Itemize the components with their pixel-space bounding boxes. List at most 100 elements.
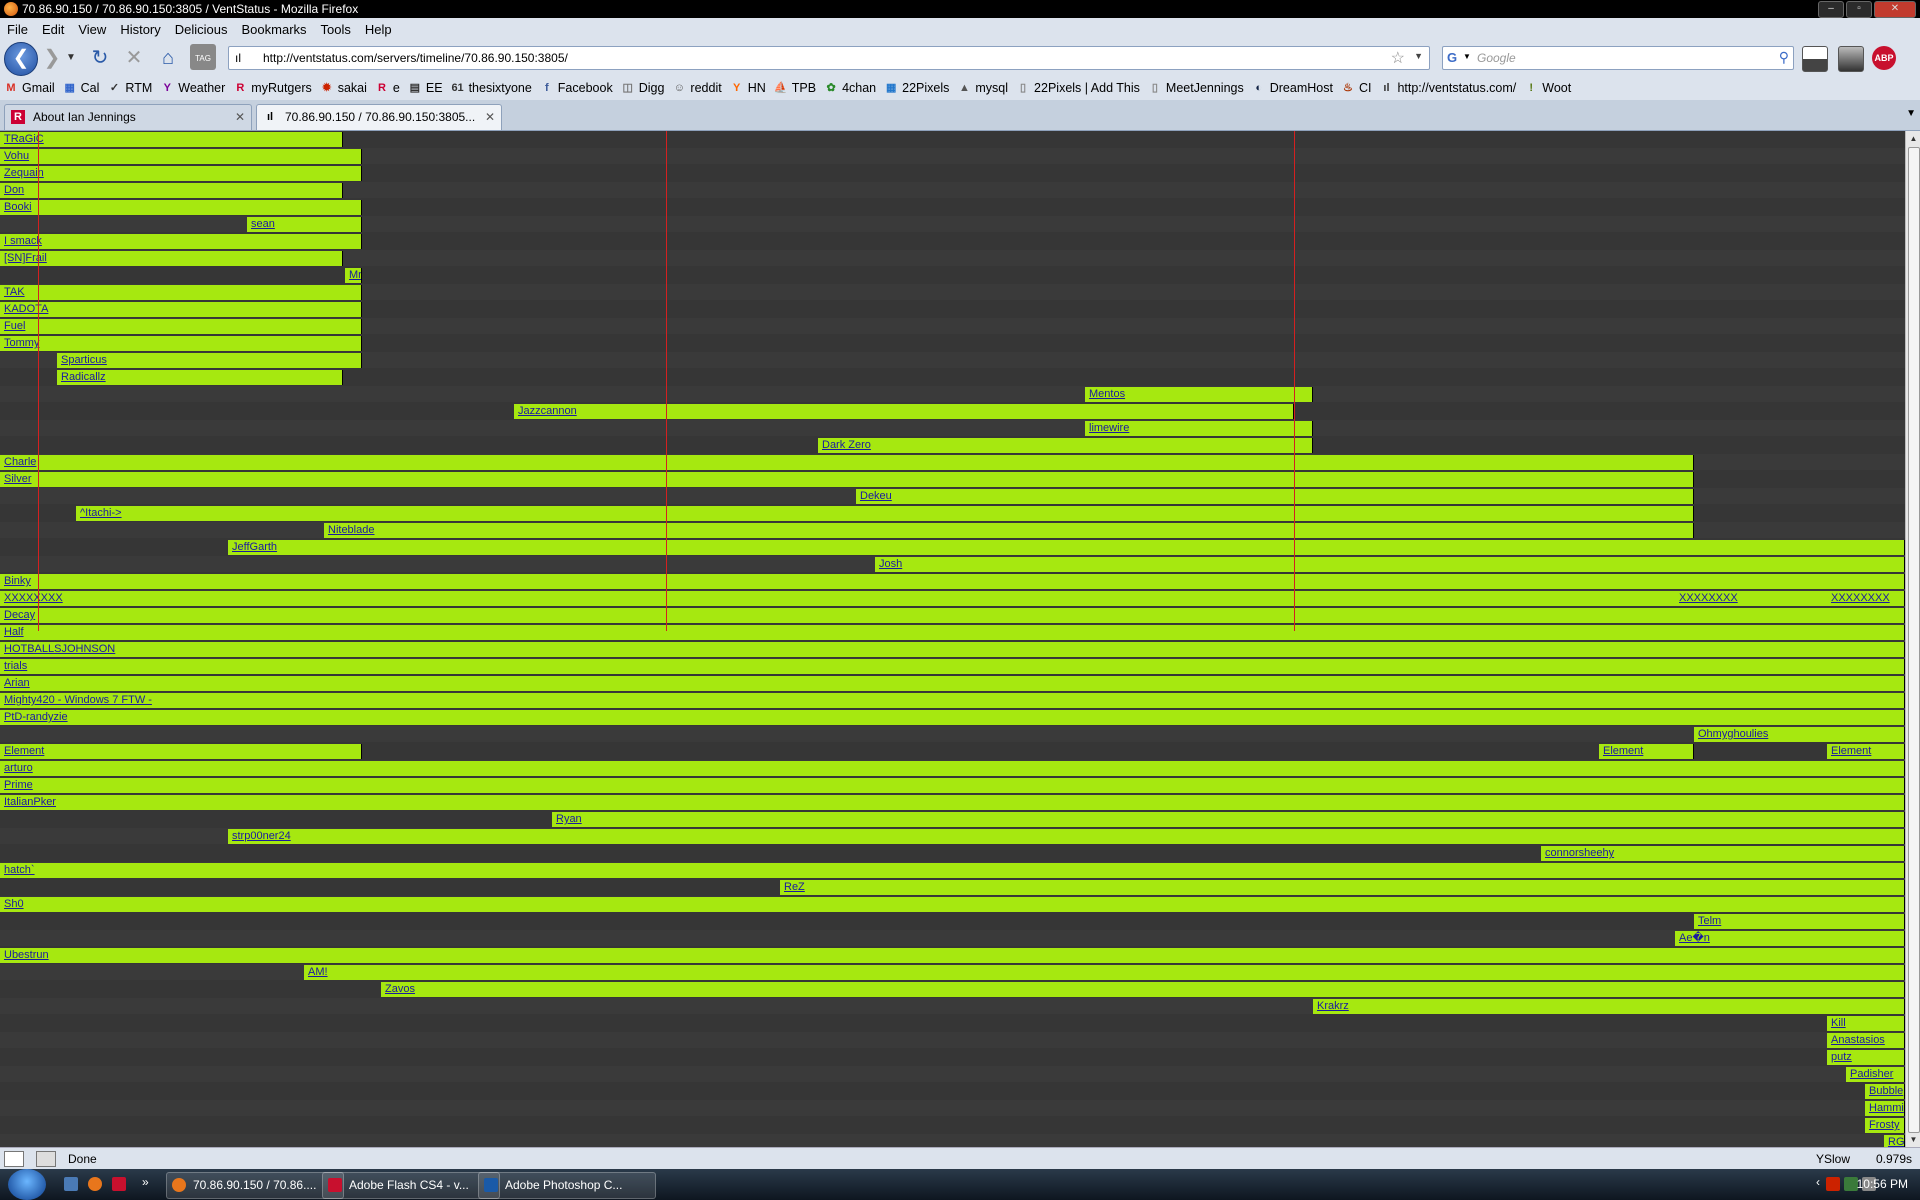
user-link[interactable]: I smack xyxy=(0,235,42,247)
scroll-down-icon[interactable]: ▼ xyxy=(1906,1132,1920,1147)
tab-about-ian-jennings[interactable]: R About Ian Jennings ✕ xyxy=(4,104,252,130)
user-link[interactable]: strp00ner24 xyxy=(228,830,291,842)
user-link[interactable]: Ubestrun xyxy=(0,949,49,961)
user-link[interactable]: Prime xyxy=(0,779,33,791)
url-text[interactable]: http://ventstatus.com/servers/timeline/7… xyxy=(263,51,568,65)
user-link[interactable]: Dekeu xyxy=(856,490,892,502)
stop-button[interactable]: ✕ xyxy=(120,44,148,72)
user-link[interactable]: Mr xyxy=(345,269,361,281)
search-engine-dropdown-icon[interactable]: ▼ xyxy=(1463,52,1471,61)
back-button[interactable]: ❮ xyxy=(4,42,38,76)
bookmark-item[interactable]: ✹ sakai xyxy=(320,81,367,95)
menu-delicious[interactable]: Delicious xyxy=(168,22,235,37)
close-window-button[interactable]: ✕ xyxy=(1874,1,1916,18)
vertical-scrollbar[interactable]: ▲ ▼ xyxy=(1905,131,1920,1147)
user-link[interactable]: AM! xyxy=(304,966,328,978)
bookmark-item[interactable]: ◐ DreamHost xyxy=(1252,81,1333,95)
user-link[interactable]: [SN]Frail xyxy=(0,252,47,264)
scrollbar-thumb[interactable] xyxy=(1908,147,1920,1133)
user-link[interactable]: ^Itachi-> xyxy=(76,507,122,519)
user-link[interactable]: Ae�n xyxy=(1675,932,1710,944)
quicklaunch-more-icon[interactable]: » xyxy=(142,1175,149,1189)
google-icon[interactable]: G xyxy=(1447,50,1457,65)
sidebar-toolbar-icon[interactable] xyxy=(1838,46,1864,72)
bookmark-item[interactable]: Re xyxy=(375,81,400,95)
tab-ventstatus[interactable]: ıl 70.86.90.150 / 70.86.90.150:3805... ✕ xyxy=(256,104,502,130)
menu-bookmarks[interactable]: Bookmarks xyxy=(235,22,314,37)
close-tab-icon[interactable]: ✕ xyxy=(485,110,495,124)
search-icon[interactable]: ⚲ xyxy=(1779,49,1789,66)
bookmark-item[interactable]: ! Woot xyxy=(1524,81,1571,95)
address-bar[interactable]: ıl http://ventstatus.com/servers/timelin… xyxy=(228,46,1430,70)
user-link[interactable]: trials xyxy=(0,660,27,672)
search-box[interactable]: G ▼ Google ⚲ xyxy=(1442,46,1794,70)
user-link[interactable]: Niteblade xyxy=(324,524,374,536)
user-link[interactable]: Radicallz xyxy=(57,371,106,383)
scroll-up-icon[interactable]: ▲ xyxy=(1906,131,1920,146)
user-link[interactable]: Josh xyxy=(875,558,902,570)
user-link[interactable]: Telm xyxy=(1694,915,1721,927)
url-dropdown-icon[interactable]: ▼ xyxy=(1414,51,1423,61)
bookmark-item[interactable]: RmyRutgers xyxy=(233,81,311,95)
user-link[interactable]: JeffGarth xyxy=(228,541,277,553)
reload-button[interactable]: ↻ xyxy=(86,44,114,72)
page-speed-icon[interactable] xyxy=(36,1151,56,1167)
user-link[interactable]: Jazzcannon xyxy=(514,405,577,417)
show-desktop-icon[interactable] xyxy=(64,1177,78,1191)
menu-tools[interactable]: Tools xyxy=(314,22,358,37)
user-link[interactable]: PtD-randyzie xyxy=(0,711,68,723)
user-link[interactable]: Zavos xyxy=(381,983,415,995)
user-link[interactable]: connorsheehy xyxy=(1541,847,1614,859)
user-link[interactable]: Don xyxy=(0,184,24,196)
user-link[interactable]: Half xyxy=(0,626,24,638)
bookmark-item[interactable]: M Gmail xyxy=(4,81,54,95)
firebug-icon[interactable] xyxy=(4,1151,24,1167)
user-link[interactable]: sean xyxy=(247,218,275,230)
user-link[interactable]: Element xyxy=(1827,745,1871,757)
bookmark-item[interactable]: ♨ CI xyxy=(1341,81,1371,95)
maximize-button[interactable]: ▫ xyxy=(1846,1,1872,18)
yslow-label[interactable]: YSlow xyxy=(1816,1152,1850,1166)
adblock-plus-icon[interactable]: ABP xyxy=(1872,46,1896,70)
taskbar-flash[interactable]: Adobe Flash CS4 - v... xyxy=(322,1172,500,1199)
user-link[interactable]: XXXXXXXX xyxy=(0,592,63,604)
bookmark-item[interactable]: ▤ EE xyxy=(408,81,443,95)
user-link[interactable]: putz xyxy=(1827,1051,1852,1063)
bookmark-item[interactable]: ◫ Digg xyxy=(621,81,665,95)
user-link[interactable]: Ohmyghoulies xyxy=(1694,728,1768,740)
user-link[interactable]: Element xyxy=(0,745,44,757)
user-link[interactable]: KADOTA xyxy=(0,303,48,315)
user-link[interactable]: Sh0 xyxy=(0,898,24,910)
user-link[interactable]: Sparticus xyxy=(57,354,107,366)
user-link[interactable]: TAK xyxy=(0,286,25,298)
search-input[interactable]: Google xyxy=(1477,51,1516,65)
bookmark-item[interactable]: ☺ reddit xyxy=(672,81,722,95)
taskbar-firefox[interactable]: 70.86.90.150 / 70.86.... xyxy=(166,1172,344,1199)
user-link[interactable]: Booki xyxy=(0,201,32,213)
home-button[interactable]: ⌂ xyxy=(154,44,182,72)
user-link[interactable]: Arian xyxy=(0,677,30,689)
bookmark-item[interactable]: ▯ MeetJennings xyxy=(1148,81,1244,95)
bookmark-item[interactable]: ✿ 4chan xyxy=(824,81,876,95)
bookmark-item[interactable]: ▦ 22Pixels xyxy=(884,81,949,95)
bookmark-item[interactable]: ▯ 22Pixels | Add This xyxy=(1016,81,1140,95)
taskbar-photoshop[interactable]: Adobe Photoshop C... xyxy=(478,1172,656,1199)
user-link[interactable]: Element xyxy=(1599,745,1643,757)
user-link[interactable]: Padisher xyxy=(1846,1068,1893,1080)
minimize-button[interactable]: ‒ xyxy=(1818,1,1844,18)
user-link[interactable]: ReZ xyxy=(780,881,805,893)
menu-edit[interactable]: Edit xyxy=(35,22,71,37)
user-link[interactable]: Dark Zero xyxy=(818,439,871,451)
user-link[interactable]: ItalianPker xyxy=(0,796,56,808)
user-link[interactable]: Krakrz xyxy=(1313,1000,1349,1012)
user-link[interactable]: Anastasios xyxy=(1827,1034,1885,1046)
user-link[interactable]: HOTBALLSJOHNSON xyxy=(0,643,115,655)
user-link[interactable]: Mighty420 - Windows 7 FTW - xyxy=(0,694,152,706)
menu-view[interactable]: View xyxy=(71,22,113,37)
user-link[interactable]: Decay xyxy=(0,609,35,621)
user-link[interactable]: Silver xyxy=(0,473,32,485)
user-link[interactable]: limewire xyxy=(1085,422,1129,434)
user-link[interactable]: Fuel xyxy=(0,320,25,332)
app-quicklaunch-icon[interactable] xyxy=(112,1177,126,1191)
tray-expand-icon[interactable]: ‹ xyxy=(1816,1175,1820,1189)
